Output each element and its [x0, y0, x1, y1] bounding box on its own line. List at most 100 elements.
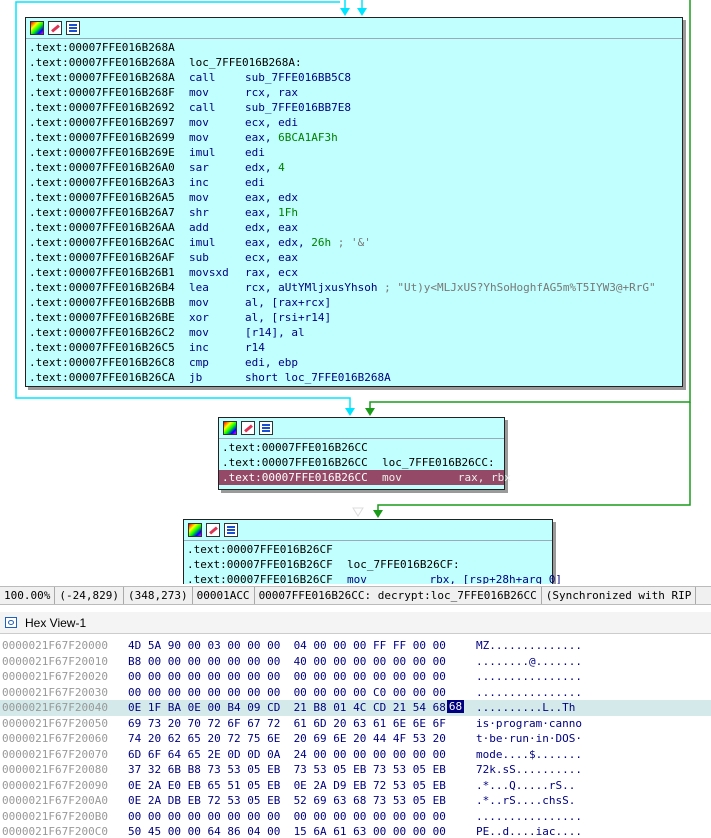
hex-row[interactable]: 0000021F67F20000 4D 5A 90 00 03 00 00 00 …: [0, 638, 711, 654]
disasm-line[interactable]: .text:00007FFE016B268F mov rcx, rax: [29, 85, 682, 100]
disasm-line[interactable]: .text:00007FFE016B268A: [29, 40, 682, 55]
hex-ascii[interactable]: ..........L..Th: [476, 700, 575, 716]
hex-row[interactable]: 0000021F67F200B0 00 00 00 00 00 00 00 00 …: [0, 809, 711, 825]
disasm-line[interactable]: .text:00007FFE016B26A5 mov eax, edx: [29, 190, 682, 205]
hex-bytes[interactable]: B8 00 00 00 00 00 00 00 40 00 00 00 00 0…: [128, 654, 446, 670]
hex-view-tab[interactable]: Hex View-1: [0, 612, 711, 634]
hex-row[interactable]: 0000021F67F200A0 0E 2A DB EB 72 53 05 EB …: [0, 793, 711, 809]
disasm-line[interactable]: .text:00007FFE016B268A loc_7FFE016B268A:: [29, 55, 682, 70]
hex-cursor[interactable]: 68: [447, 700, 464, 713]
hex-ascii[interactable]: ................: [476, 685, 582, 701]
operand[interactable]: al, [rax+rcx]: [245, 296, 331, 309]
rename-node-icon[interactable]: [48, 21, 62, 35]
disasm-line[interactable]: .text:00007FFE016B26CF loc_7FFE016B26CF:: [187, 557, 552, 572]
disasm-line[interactable]: .text:00007FFE016B26B1 movsxd rax, ecx: [29, 265, 682, 280]
hex-bytes[interactable]: 00 00 00 00 00 00 00 00 00 00 00 00 C0 0…: [128, 685, 446, 701]
disasm-line[interactable]: .text:00007FFE016B26CC loc_7FFE016B26CC:: [222, 455, 504, 470]
disasm-line[interactable]: .text:00007FFE016B26A3 inc edi: [29, 175, 682, 190]
hex-ascii[interactable]: ........@.......: [476, 654, 582, 670]
operand[interactable]: al, [rsi+r14]: [245, 311, 331, 324]
operand[interactable]: ecx, eax: [245, 251, 298, 264]
hex-row[interactable]: 0000021F67F20050 69 73 20 70 72 6F 67 72 …: [0, 716, 711, 732]
hex-bytes[interactable]: 0E 2A DB EB 72 53 05 EB 52 69 63 68 73 5…: [128, 793, 446, 809]
hex-row[interactable]: 0000021F67F20060 74 20 62 65 20 72 75 6E …: [0, 731, 711, 747]
hex-ascii[interactable]: ................: [476, 809, 582, 825]
hex-bytes[interactable]: 00 00 00 00 00 00 00 00 00 00 00 00 00 0…: [128, 669, 446, 685]
disasm-line[interactable]: .text:00007FFE016B26C8 cmp edi, ebp: [29, 355, 682, 370]
operand[interactable]: edx, eax: [245, 221, 298, 234]
disasm-line[interactable]: .text:00007FFE016B2697 mov ecx, edi: [29, 115, 682, 130]
hex-view[interactable]: 0000021F67F20000 4D 5A 90 00 03 00 00 00 …: [0, 638, 711, 838]
disasm-line[interactable]: .text:00007FFE016B26BB mov al, [rax+rcx]: [29, 295, 682, 310]
hex-row[interactable]: 0000021F67F20070 6D 6F 64 65 2E 0D 0D 0A …: [0, 747, 711, 763]
hex-bytes[interactable]: 50 45 00 00 64 86 04 00 15 6A 61 63 00 0…: [128, 824, 446, 838]
color-node-icon[interactable]: [30, 21, 44, 35]
disasm-line[interactable]: .text:00007FFE016B26AA add edx, eax: [29, 220, 682, 235]
hex-row[interactable]: 0000021F67F20010 B8 00 00 00 00 00 00 00 …: [0, 654, 711, 670]
operand[interactable]: edi: [245, 176, 265, 189]
operand[interactable]: [r14], al: [245, 326, 305, 339]
operand[interactable]: ecx, edi: [245, 116, 298, 129]
hex-bytes[interactable]: 0E 2A E0 EB 65 51 05 EB 0E 2A D9 EB 72 5…: [128, 778, 446, 794]
hex-bytes[interactable]: 69 73 20 70 72 6F 67 72 61 6D 20 63 61 6…: [128, 716, 446, 732]
disasm-line-current[interactable]: .text:00007FFE016B26CC mov rax, rbx: [219, 470, 511, 485]
hex-ascii[interactable]: is·program·canno: [476, 716, 582, 732]
disasm-line[interactable]: .text:00007FFE016B26C2 mov [r14], al: [29, 325, 682, 340]
hex-ascii[interactable]: mode....$.......: [476, 747, 582, 763]
operand[interactable]: short loc_7FFE016B268A: [245, 371, 391, 384]
color-node-icon[interactable]: [223, 421, 237, 435]
disasm-line[interactable]: .text:00007FFE016B268A call sub_7FFE016BB5…: [29, 70, 682, 85]
operand[interactable]: eax, edx,: [245, 236, 311, 249]
operand[interactable]: sub_7FFE016BB7E8: [245, 101, 351, 114]
hex-ascii[interactable]: .*..rS....chsS.: [476, 793, 575, 809]
color-node-icon[interactable]: [188, 523, 202, 537]
operand[interactable]: rcx, rax: [245, 86, 298, 99]
hex-bytes[interactable]: 00 00 00 00 00 00 00 00 00 00 00 00 00 0…: [128, 809, 446, 825]
hex-bytes[interactable]: 4D 5A 90 00 03 00 00 00 04 00 00 00 FF F…: [128, 638, 446, 654]
disasm-line[interactable]: .text:00007FFE016B26A7 shr eax, 1Fh: [29, 205, 682, 220]
hex-row-selected[interactable]: 0000021F67F20040 0E 1F BA 0E 00 B4 09 CD …: [0, 700, 711, 716]
rename-node-icon[interactable]: [241, 421, 255, 435]
graph-node-next[interactable]: .text:00007FFE016B26CF .text:00007FFE016…: [183, 519, 562, 584]
disasm-line[interactable]: .text:00007FFE016B2699 mov eax, 6BCA1AF3h: [29, 130, 682, 145]
hex-ascii[interactable]: ................: [476, 669, 582, 685]
hex-row[interactable]: 0000021F67F20090 0E 2A E0 EB 65 51 05 EB …: [0, 778, 711, 794]
disasm-line[interactable]: .text:00007FFE016B26BE xor al, [rsi+r14]: [29, 310, 682, 325]
disasm-line[interactable]: .text:00007FFE016B26C5 inc r14: [29, 340, 682, 355]
hex-bytes[interactable]: 74 20 62 65 20 72 75 6E 20 69 6E 20 44 4…: [128, 731, 446, 747]
disasm-line[interactable]: .text:00007FFE016B26A0 sar edx, 4: [29, 160, 682, 175]
operand[interactable]: sub_7FFE016BB5C8: [245, 71, 351, 84]
hex-ascii[interactable]: 72k.sS..........: [476, 762, 582, 778]
hex-bytes[interactable]: 37 32 6B B8 73 53 05 EB 73 53 05 EB 73 5…: [128, 762, 446, 778]
operand[interactable]: eax,: [245, 206, 278, 219]
operand[interactable]: edi, ebp: [245, 356, 298, 369]
operand[interactable]: edx,: [245, 161, 278, 174]
rename-node-icon[interactable]: [206, 523, 220, 537]
hex-ascii[interactable]: PE..d....iac....: [476, 824, 582, 838]
disasm-line[interactable]: .text:00007FFE016B269E imul edi: [29, 145, 682, 160]
disasm-line[interactable]: .text:00007FFE016B26B4 lea rcx, aUtYMljxus…: [29, 280, 682, 295]
hex-ascii[interactable]: .*...Q.....rS..: [476, 778, 575, 794]
code-label[interactable]: loc_7FFE016B268A:: [189, 56, 302, 69]
operand[interactable]: rbx, [rsp+28h+arg_0]: [403, 573, 561, 584]
disasm-line[interactable]: .text:00007FFE016B2692 call sub_7FFE016BB7…: [29, 100, 682, 115]
group-nodes-icon[interactable]: [66, 21, 80, 35]
code-label[interactable]: loc_7FFE016B26CF:: [347, 558, 460, 571]
operand[interactable]: rax, rbx: [438, 471, 511, 484]
operand[interactable]: rcx, aUtYMljxusYhsoh: [245, 281, 377, 294]
hex-row[interactable]: 0000021F67F20030 00 00 00 00 00 00 00 00 …: [0, 685, 711, 701]
hex-ascii[interactable]: MZ..............: [476, 638, 582, 654]
graph-node-loop[interactable]: .text:00007FFE016B268A .text:00007FFE016…: [25, 17, 683, 387]
hex-row[interactable]: 0000021F67F20080 37 32 6B B8 73 53 05 EB …: [0, 762, 711, 778]
group-nodes-icon[interactable]: [224, 523, 238, 537]
disasm-line[interactable]: .text:00007FFE016B26AF sub ecx, eax: [29, 250, 682, 265]
graph-node-exit[interactable]: .text:00007FFE016B26CC .text:00007FFE016…: [218, 417, 511, 490]
hex-bytes[interactable]: 6D 6F 64 65 2E 0D 0D 0A 24 00 00 00 00 0…: [128, 747, 446, 763]
operand[interactable]: eax, edx: [245, 191, 298, 204]
disasm-line[interactable]: .text:00007FFE016B26AC imul eax, edx, 26h …: [29, 235, 682, 250]
hex-bytes[interactable]: 0E 1F BA 0E 00 B4 09 CD 21 B8 01 4C CD 2…: [128, 700, 446, 716]
graph-view[interactable]: .text:00007FFE016B268A .text:00007FFE016…: [0, 0, 711, 584]
hex-row[interactable]: 0000021F67F20020 00 00 00 00 00 00 00 00 …: [0, 669, 711, 685]
group-nodes-icon[interactable]: [259, 421, 273, 435]
operand[interactable]: edi: [245, 146, 265, 159]
